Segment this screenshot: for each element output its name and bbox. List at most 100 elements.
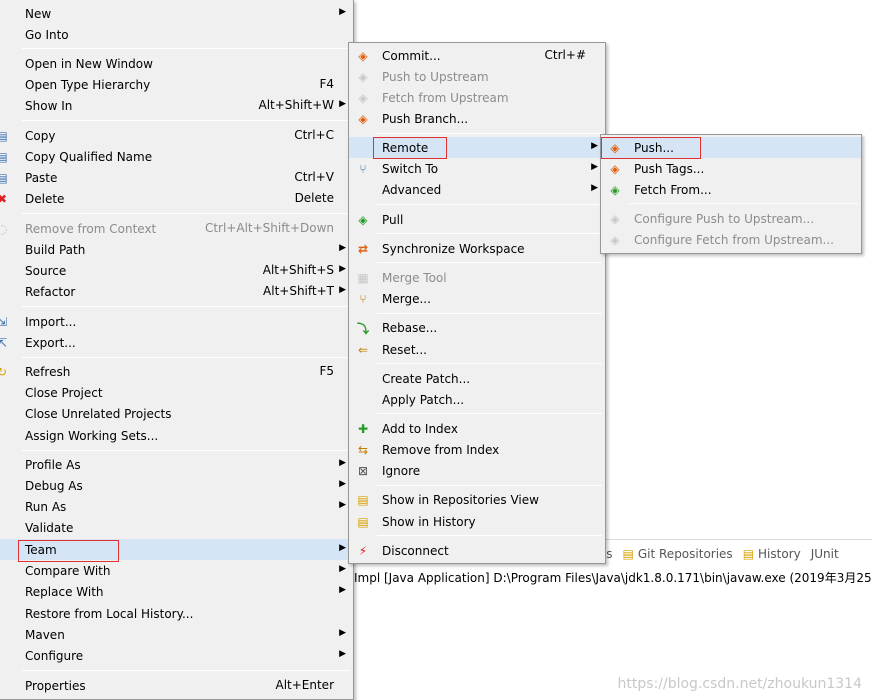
menu-item-refresh[interactable]: ↻ Refresh F5 (0, 361, 353, 382)
tab-label: Git Repositories (637, 547, 733, 561)
menu-item-source[interactable]: Source Alt+Shift+S ▶ (0, 260, 353, 281)
shortcut-label: Ctrl+V (294, 170, 334, 184)
menu-item-go-into[interactable]: Go Into (0, 24, 353, 45)
menu-item-paste[interactable]: ▤ Paste Ctrl+V (0, 167, 353, 188)
menu-item-show-in-repositories-view[interactable]: ▤ Show in Repositories View (349, 489, 605, 510)
menu-item-switch-to[interactable]: ⑂ Switch To ▶ (349, 158, 605, 179)
menu-item-push-to-upstream[interactable]: ◈ Push to Upstream (349, 66, 605, 87)
menu-item-show-in-history[interactable]: ▤ Show in History (349, 511, 605, 532)
menu-item-label: Source (25, 263, 67, 278)
git-push-icon: ◈ (610, 212, 620, 226)
menu-item-label: Debug As (25, 478, 83, 493)
menu-item-label: Close Project (25, 385, 103, 400)
menu-item-label: Create Patch... (382, 371, 471, 386)
menu-item-label: Switch To (382, 161, 439, 176)
menu-item-open-type-hierarchy[interactable]: Open Type Hierarchy F4 (0, 74, 353, 95)
menu-item-pull[interactable]: ◈ Pull (349, 209, 605, 230)
menu-item-validate[interactable]: Validate (0, 517, 353, 538)
refresh-icon: ↻ (0, 365, 8, 379)
submenu-arrow-icon: ▶ (339, 7, 346, 17)
menu-item-label: Push Branch... (382, 111, 469, 126)
menu-item-rebase[interactable]: ⤵ Rebase... (349, 317, 605, 338)
menu-item-restore-from-local-history[interactable]: Restore from Local History... (0, 603, 353, 624)
history-icon: ▤ (357, 515, 369, 529)
menu-item-properties[interactable]: Properties Alt+Enter (0, 675, 353, 696)
menu-item-new[interactable]: New ▶ (0, 3, 353, 24)
menu-item-push-branch[interactable]: ◈ Push Branch... (349, 108, 605, 129)
menu-item-replace-with[interactable]: Replace With ▶ (0, 581, 353, 602)
submenu-arrow-icon: ▶ (591, 141, 598, 151)
menu-item-team[interactable]: Team ▶ (0, 539, 353, 560)
menu-item-add-to-index[interactable]: ✚ Add to Index (349, 418, 605, 439)
tab-junit[interactable]: JUnit (811, 547, 839, 561)
menu-item-debug-as[interactable]: Debug As ▶ (0, 475, 353, 496)
menu-item-assign-working-sets[interactable]: Assign Working Sets... (0, 425, 353, 446)
menu-separator (377, 535, 602, 536)
menu-item-import[interactable]: ⇲ Import... (0, 311, 353, 332)
menu-item-open-in-new-window[interactable]: Open in New Window (0, 53, 353, 74)
menu-item-synchronize-workspace[interactable]: ⇄ Synchronize Workspace (349, 238, 605, 259)
menu-item-show-in[interactable]: Show In Alt+Shift+W ▶ (0, 95, 353, 116)
menu-item-run-as[interactable]: Run As ▶ (0, 496, 353, 517)
menu-item-label: Delete (25, 191, 65, 206)
menu-item-merge-tool[interactable]: ▦ Merge Tool (349, 267, 605, 288)
menu-item-remote[interactable]: Remote ▶ (349, 137, 605, 158)
shortcut-label: F4 (319, 77, 334, 91)
git-fetch-icon: ◈ (610, 183, 620, 197)
menu-item-export[interactable]: ⇱ Export... (0, 332, 353, 353)
shortcut-label: Ctrl+C (294, 128, 334, 142)
menu-item-label: Remove from Context (25, 221, 157, 236)
menu-item-ignore[interactable]: ⊠ Ignore (349, 460, 605, 481)
menu-item-copy[interactable]: ▤ Copy Ctrl+C (0, 125, 353, 146)
menu-item-advanced[interactable]: Advanced ▶ (349, 179, 605, 200)
paste-icon: ▤ (0, 171, 8, 185)
menu-item-label: Commit... (382, 48, 441, 63)
menu-item-label: Properties (25, 678, 86, 693)
menu-item-remove-from-index[interactable]: ⇆ Remove from Index (349, 439, 605, 460)
menu-item-label: Disconnect (382, 543, 449, 558)
menu-item-copy-qualified-name[interactable]: ▤ Copy Qualified Name (0, 146, 353, 167)
menu-separator (377, 485, 602, 486)
menu-item-configure-fetch-from-upstream[interactable]: ◈ Configure Fetch from Upstream... (601, 229, 861, 250)
menu-item-push[interactable]: ◈ Push... (601, 137, 861, 158)
menu-separator (377, 133, 602, 134)
menu-item-profile-as[interactable]: Profile As ▶ (0, 454, 353, 475)
menu-item-configure-push-to-upstream[interactable]: ◈ Configure Push to Upstream... (601, 208, 861, 229)
menu-item-maven[interactable]: Maven ▶ (0, 624, 353, 645)
menu-separator (22, 450, 350, 451)
menu-item-create-patch[interactable]: Create Patch... (349, 368, 605, 389)
shortcut-label: Alt+Enter (275, 678, 334, 692)
git-pull-icon: ◈ (358, 213, 368, 227)
menu-item-fetch-from-upstream[interactable]: ◈ Fetch from Upstream (349, 87, 605, 108)
menu-item-delete[interactable]: ✖ Delete Delete (0, 188, 353, 209)
repositories-icon: ▤ (357, 493, 369, 507)
delete-icon: ✖ (0, 192, 8, 206)
remove-from-index-icon: ⇆ (357, 443, 369, 457)
menu-item-label: Refactor (25, 284, 76, 299)
menu-item-label: Build Path (25, 242, 86, 257)
git-branch-icon: ⑂ (359, 162, 367, 176)
menu-item-commit[interactable]: ◈ Commit... Ctrl+# (349, 45, 605, 66)
menu-item-label: Remote (382, 140, 429, 155)
menu-item-build-path[interactable]: Build Path ▶ (0, 239, 353, 260)
remove-from-context-icon: ◌ (0, 222, 8, 236)
menu-item-disconnect[interactable]: ⚡ Disconnect (349, 540, 605, 561)
menu-item-label: Fetch from Upstream (382, 90, 509, 105)
menu-item-reset[interactable]: ⇐ Reset... (349, 339, 605, 360)
menu-item-label: Ignore (382, 463, 421, 478)
menu-item-label: Reset... (382, 342, 427, 357)
menu-item-close-project[interactable]: Close Project (0, 382, 353, 403)
tab-history[interactable]: ▤ History (743, 547, 801, 561)
menu-item-apply-patch[interactable]: Apply Patch... (349, 389, 605, 410)
tab-git-repositories[interactable]: ▤ Git Repositories (623, 547, 733, 561)
menu-item-push-tags[interactable]: ◈ Push Tags... (601, 158, 861, 179)
menu-item-merge[interactable]: ⑂ Merge... (349, 288, 605, 309)
menu-item-configure[interactable]: Configure ▶ (0, 645, 353, 666)
menu-item-fetch-from[interactable]: ◈ Fetch From... (601, 179, 861, 200)
menu-item-close-unrelated-projects[interactable]: Close Unrelated Projects (0, 403, 353, 424)
menu-item-compare-with[interactable]: Compare With ▶ (0, 560, 353, 581)
menu-item-refactor[interactable]: Refactor Alt+Shift+T ▶ (0, 281, 353, 302)
submenu-arrow-icon: ▶ (339, 564, 346, 574)
menu-item-remove-from-context[interactable]: ◌ Remove from Context Ctrl+Alt+Shift+Down (0, 218, 353, 239)
submenu-arrow-icon: ▶ (339, 243, 346, 253)
